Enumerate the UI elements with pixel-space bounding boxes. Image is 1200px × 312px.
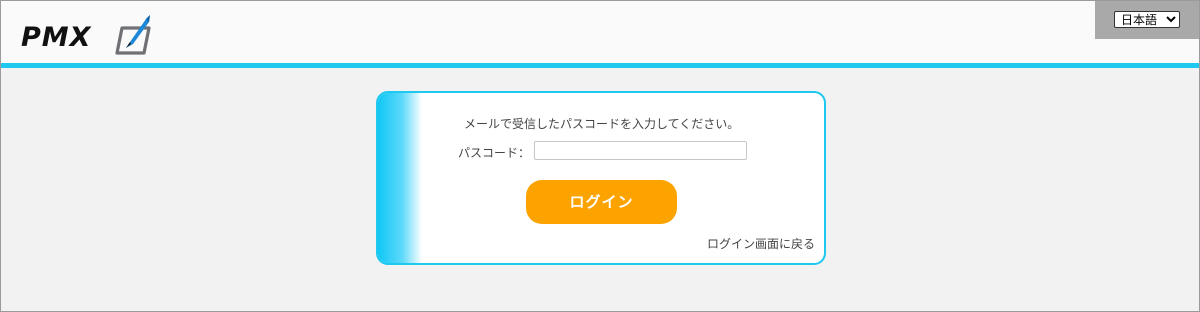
card-stripe <box>378 93 422 263</box>
passcode-input[interactable] <box>534 141 747 160</box>
passcode-label: パスコード： <box>458 146 531 160</box>
logo-text: PMX <box>21 22 92 53</box>
page: PMX 日本語 メールで受信したパスコードを入力してください。 パスコード： ロ… <box>0 0 1200 312</box>
language-select[interactable]: 日本語 <box>1114 11 1180 28</box>
language-area: 日本語 <box>1095 1 1199 39</box>
header-accent-bar <box>1 63 1199 68</box>
login-button[interactable]: ログイン <box>526 180 677 224</box>
pen-logo-icon <box>115 15 151 55</box>
header: PMX 日本語 <box>1 1 1199 63</box>
back-to-login-link[interactable]: ログイン画面に戻る <box>707 235 815 252</box>
login-card: メールで受信したパスコードを入力してください。 パスコード： ログイン ログイン… <box>376 91 826 265</box>
logo: PMX <box>21 9 161 57</box>
instruction-message: メールで受信したパスコードを入力してください。 <box>464 117 740 131</box>
